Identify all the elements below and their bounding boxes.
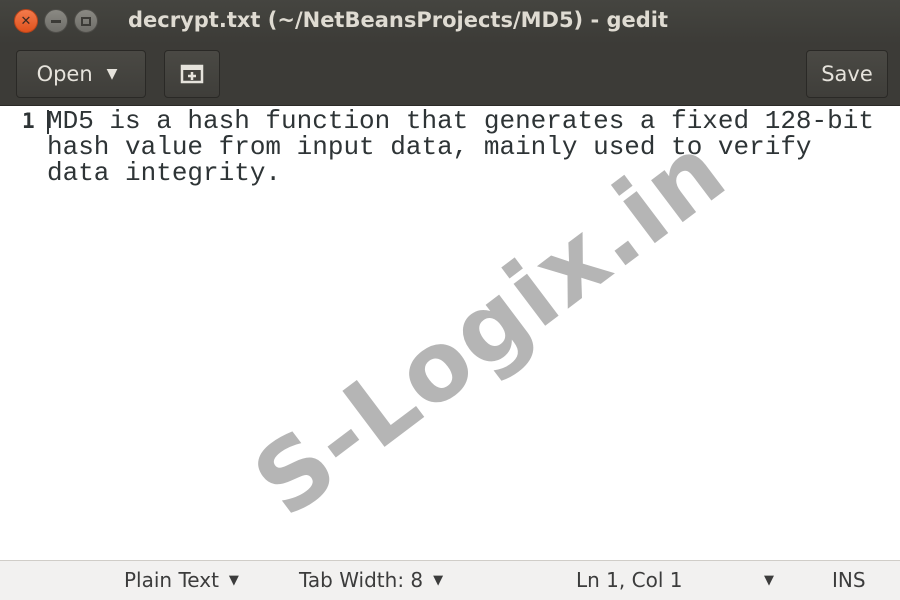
- minimize-icon: [51, 19, 61, 23]
- tab-width-label: Tab Width: 8: [299, 568, 424, 592]
- save-button[interactable]: Save: [806, 50, 888, 98]
- document-text[interactable]: MD5 is a hash function that generates a …: [47, 106, 887, 186]
- chevron-down-icon: ▼: [433, 572, 444, 588]
- chevron-down-icon: ▼: [228, 572, 239, 588]
- close-window-button[interactable]: ✕: [14, 9, 38, 33]
- cursor-position-label: Ln 1, Col 1: [576, 568, 683, 592]
- open-button-label: Open: [36, 62, 93, 86]
- chevron-down-icon[interactable]: ▼: [764, 573, 774, 588]
- status-bar: Plain Text ▼ Tab Width: 8 ▼ Ln 1, Col 1 …: [0, 560, 900, 600]
- new-tab-button[interactable]: [164, 50, 220, 98]
- line-number-gutter: 1: [0, 106, 44, 560]
- title-bar: ✕ decrypt.txt (~/NetBeansProjects/MD5) -…: [0, 0, 900, 44]
- tab-width-selector[interactable]: Tab Width: 8 ▼: [299, 568, 443, 592]
- minimize-window-button[interactable]: [44, 9, 68, 33]
- line-number: 1: [22, 109, 35, 133]
- window-title: decrypt.txt (~/NetBeansProjects/MD5) - g…: [128, 8, 669, 32]
- maximize-window-button[interactable]: [74, 9, 98, 33]
- window-controls: ✕: [14, 9, 98, 33]
- language-label: Plain Text: [124, 568, 219, 592]
- new-document-icon: [180, 64, 204, 84]
- insert-mode-indicator: INS: [832, 568, 866, 592]
- cursor-position[interactable]: Ln 1, Col 1: [576, 568, 682, 592]
- maximize-icon: [81, 16, 91, 26]
- text-editor[interactable]: 1 MD5 is a hash function that generates …: [0, 106, 900, 560]
- language-selector[interactable]: Plain Text ▼: [124, 568, 239, 592]
- close-icon: ✕: [20, 13, 32, 29]
- header-toolbar: Open ▼ Save: [0, 44, 900, 106]
- open-button[interactable]: Open ▼: [16, 50, 146, 98]
- chevron-down-icon: ▼: [106, 66, 118, 82]
